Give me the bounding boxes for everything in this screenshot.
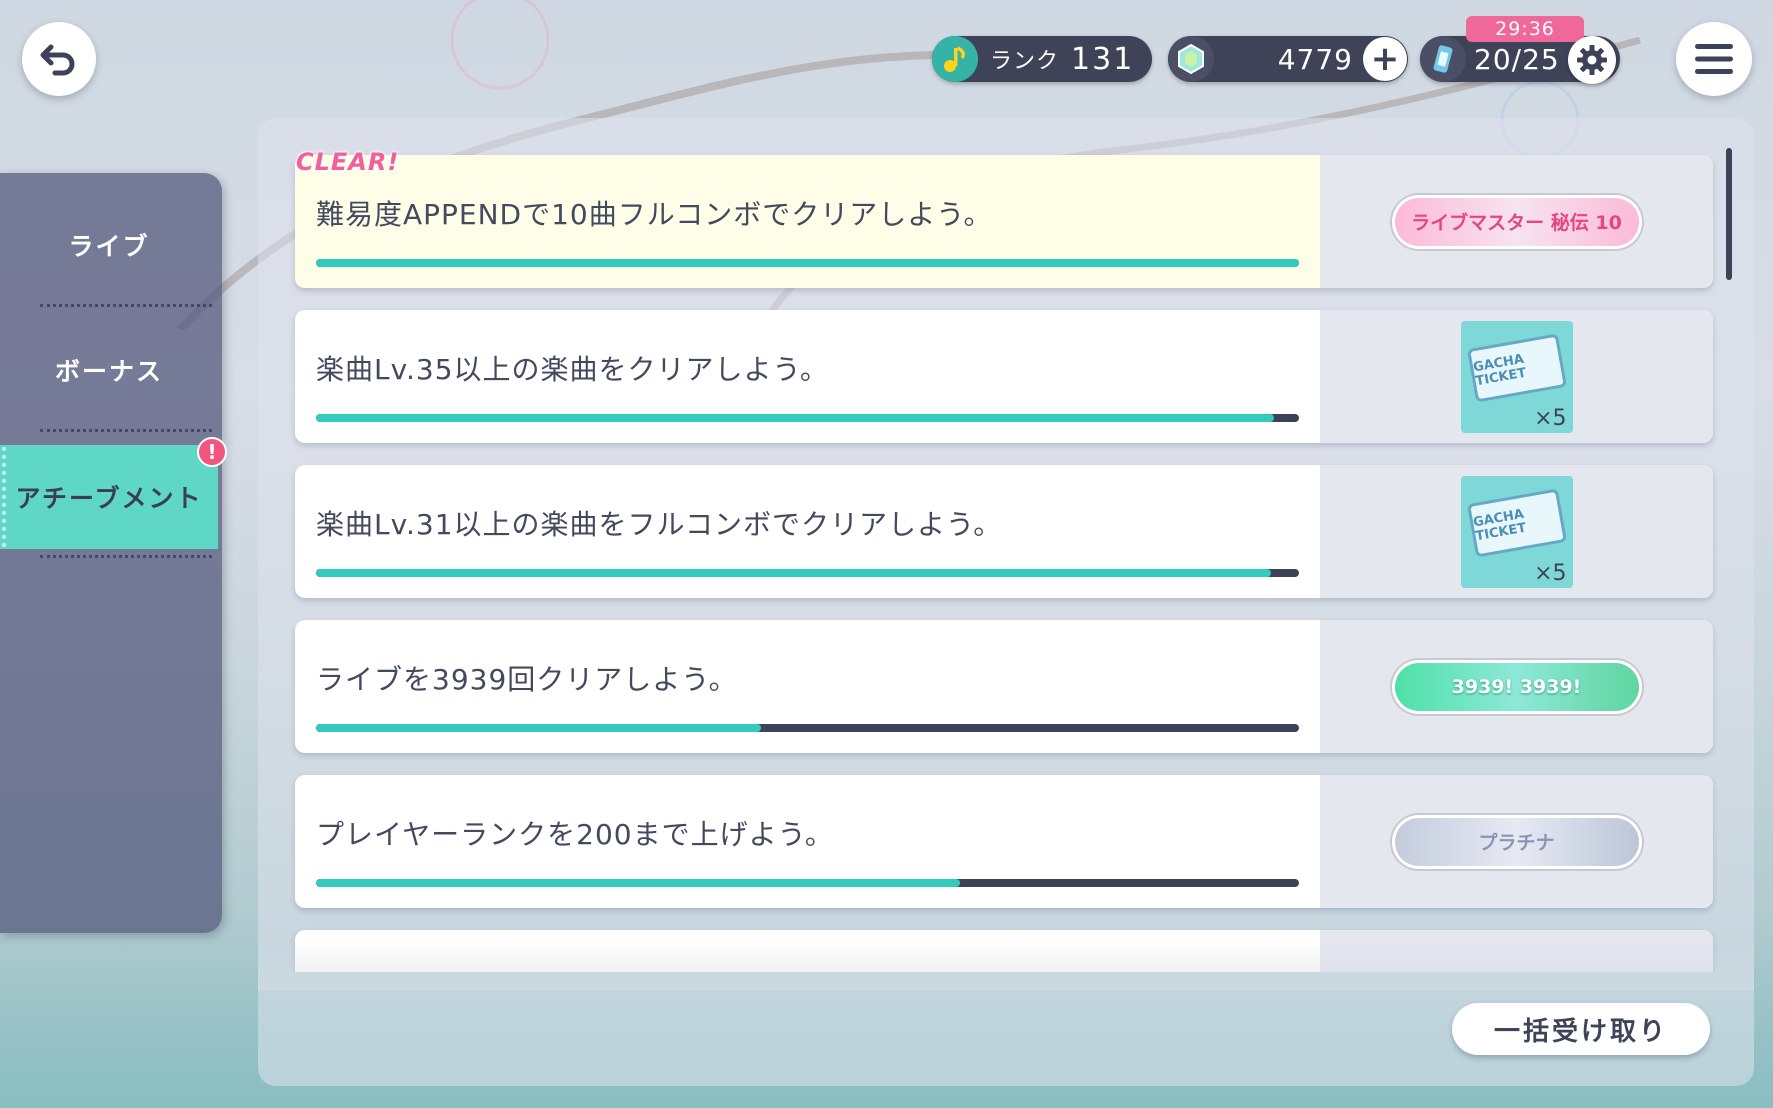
clear-stamp: CLEAR! <box>296 148 400 176</box>
rank-label: ランク <box>990 49 1060 74</box>
reward-quantity: ×5 <box>1534 560 1567 586</box>
mission-text: ライブを3939回クリアしよう。 <box>316 663 738 696</box>
tab-divider <box>40 555 212 558</box>
energy-count: 20/25 <box>1474 42 1560 76</box>
platinum-reward-banner: プラチナ <box>1394 817 1639 866</box>
tab-divider <box>40 429 212 432</box>
back-arrow-icon <box>40 44 75 76</box>
mission-reward[interactable]: GACHA TICKET ×5 <box>1320 310 1713 443</box>
gacha-ticket-reward: GACHA TICKET ×5 <box>1460 320 1573 433</box>
settings-button[interactable] <box>1568 36 1616 84</box>
main-menu-button[interactable] <box>1676 22 1752 96</box>
mission-item[interactable]: 難易度APPENDで10曲フルコンボでクリアしよう。 ライブマスター 秘伝 10 <box>295 155 1713 288</box>
gem-count: 4779 <box>1277 42 1353 76</box>
energy-timer: 29:36 <box>1466 16 1584 42</box>
tab-live-label: ライブ <box>68 232 150 261</box>
mission-item[interactable] <box>295 930 1713 972</box>
mission-reward[interactable]: プラチナ <box>1320 775 1713 908</box>
reward-label: プラチナ <box>1478 832 1555 854</box>
ticket-icon: GACHA TICKET <box>1466 487 1567 558</box>
mission-text: 楽曲Lv.31以上の楽曲をフルコンボでクリアしよう。 <box>316 508 1003 541</box>
tab-bonus-label: ボーナス <box>54 357 163 386</box>
add-gems-button[interactable]: + <box>1363 37 1407 81</box>
mission-progress-bar <box>316 259 1299 267</box>
ticket-label: GACHA TICKET <box>1471 351 1527 389</box>
mission-item[interactable]: 楽曲Lv.35以上の楽曲をクリアしよう。 GACHA TICKET ×5 <box>295 310 1713 443</box>
mission-text: プレイヤーランクを200まで上げよう。 <box>316 818 834 851</box>
back-button[interactable] <box>22 22 96 96</box>
achievement-alert-badge: ! <box>197 437 227 467</box>
ticket-label: GACHA TICKET <box>1471 506 1527 544</box>
tab-achievement-label: アチーブメント <box>15 484 203 513</box>
tab-live[interactable]: ライブ <box>0 193 218 297</box>
mission-item[interactable]: プレイヤーランクを200まで上げよう。 プラチナ <box>295 775 1713 908</box>
mission-reward[interactable]: GACHA TICKET ×5 <box>1320 465 1713 598</box>
mission-progress-bar <box>316 414 1299 422</box>
mission-item[interactable]: ライブを3939回クリアしよう。 3939! 3939! <box>295 620 1713 753</box>
gem-display: 4779 + <box>1168 36 1408 82</box>
tab-divider <box>40 304 212 307</box>
live-master-reward-banner: ライブマスター 秘伝 10 <box>1394 197 1639 246</box>
mission-item[interactable]: 楽曲Lv.31以上の楽曲をフルコンボでクリアしよう。 GACHA TICKET … <box>295 465 1713 598</box>
mission-progress-bar <box>316 724 1299 732</box>
mission-reward[interactable]: 3939! 3939! <box>1320 620 1713 753</box>
tab-bonus[interactable]: ボーナス <box>0 318 218 422</box>
gacha-ticket-reward: GACHA TICKET ×5 <box>1460 475 1573 588</box>
mission-progress-bar <box>316 569 1299 577</box>
reward-label: ライブマスター 秘伝 10 <box>1411 212 1622 234</box>
mission-reward[interactable]: ライブマスター 秘伝 10 <box>1320 155 1713 288</box>
mission-text: 難易度APPENDで10曲フルコンボでクリアしよう。 <box>316 198 993 231</box>
ticket-icon: GACHA TICKET <box>1466 332 1567 403</box>
crystal-icon <box>1168 36 1214 82</box>
hamburger-icon <box>1695 44 1733 74</box>
3939-reward-banner: 3939! 3939! <box>1394 662 1639 711</box>
mission-list[interactable]: 難易度APPENDで10曲フルコンボでクリアしよう。 ライブマスター 秘伝 10… <box>258 150 1728 972</box>
reward-label: 3939! 3939! <box>1451 675 1582 698</box>
mission-text: 楽曲Lv.35以上の楽曲をクリアしよう。 <box>316 353 829 386</box>
reward-quantity: ×5 <box>1534 405 1567 431</box>
tab-achievement[interactable]: アチーブメント <box>0 445 218 549</box>
mission-reward[interactable] <box>1320 930 1713 972</box>
rank-display: ランク 131 <box>932 36 1152 82</box>
rank-value: 131 <box>1071 41 1135 77</box>
energy-drink-icon <box>1420 36 1466 82</box>
music-note-icon <box>932 36 978 82</box>
collect-all-button[interactable]: 一括受け取り <box>1452 1003 1710 1055</box>
mission-progress-bar <box>316 879 1299 887</box>
list-scrollbar[interactable] <box>1726 148 1732 280</box>
gear-icon <box>1577 45 1607 75</box>
